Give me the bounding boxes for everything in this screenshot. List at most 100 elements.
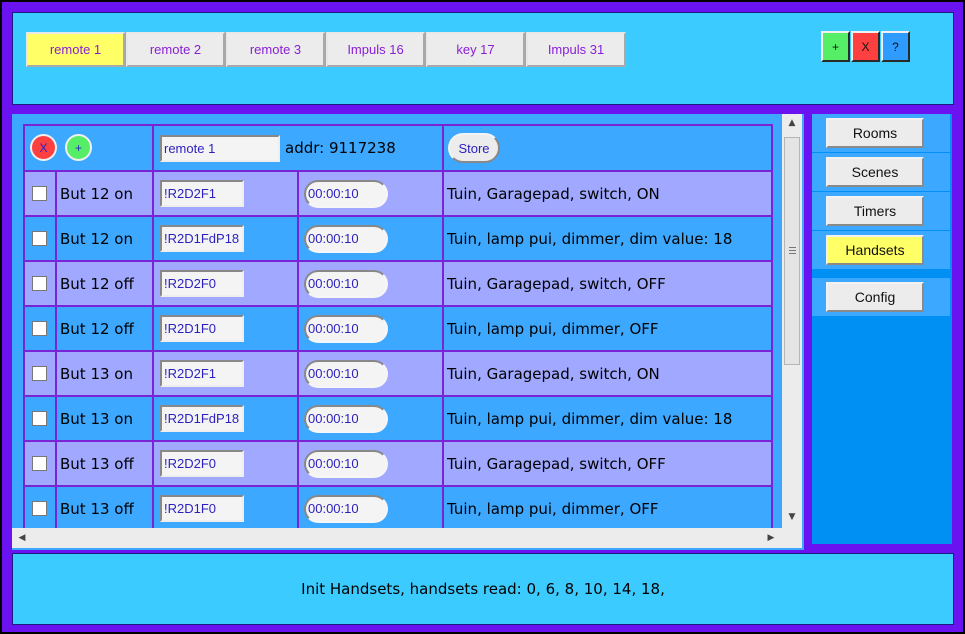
action-description: Tuin, Garagepad, switch, ON: [447, 185, 660, 203]
checkbox-cell: [23, 485, 57, 532]
scroll-up-icon[interactable]: ▲: [782, 114, 802, 132]
header-store-cell: Store: [442, 124, 773, 172]
remove-remote-button[interactable]: X: [30, 134, 57, 161]
command-code-input[interactable]: !R2D1FdP18: [160, 405, 244, 432]
scroll-thumb[interactable]: [784, 137, 800, 365]
description-cell: Tuin, lamp pui, dimmer, dim value: 18: [442, 395, 773, 442]
delay-time-input[interactable]: 00:00:10: [304, 494, 388, 523]
label-cell: But 12 off: [55, 260, 154, 307]
description-cell: Tuin, Garagepad, switch, ON: [442, 350, 773, 397]
description-cell: Tuin, Garagepad, switch, OFF: [442, 260, 773, 307]
label-cell: But 13 on: [55, 395, 154, 442]
scroll-corner: [782, 528, 802, 548]
table-row: But 13 off !R2D1F0 00:00:10 Tuin, lamp pui,…: [23, 485, 773, 532]
row-checkbox[interactable]: [32, 456, 47, 471]
row-checkbox[interactable]: [32, 186, 47, 201]
button-label: But 13 on: [60, 410, 133, 428]
button-label: But 13 off: [60, 455, 134, 473]
time-cell: 00:00:10: [297, 260, 444, 307]
checkbox-cell: [23, 350, 57, 397]
command-code-input[interactable]: !R2D2F0: [160, 450, 244, 477]
button-label: But 12 off: [60, 320, 134, 338]
description-cell: Tuin, Garagepad, switch, OFF: [442, 440, 773, 487]
sidebar-item-config[interactable]: Config: [826, 282, 924, 312]
store-button[interactable]: Store: [448, 133, 500, 163]
button-label: But 12 on: [60, 185, 133, 203]
tab-impuls-16[interactable]: Impuls 16: [326, 32, 425, 67]
table-row: But 12 off !R2D2F0 00:00:10 Tuin, Garagepad…: [23, 260, 773, 307]
address-label: addr: 9117238: [285, 139, 396, 157]
time-cell: 00:00:10: [297, 485, 444, 532]
sidebar-item-handsets[interactable]: Handsets: [826, 235, 924, 265]
label-cell: But 12 on: [55, 215, 154, 262]
row-checkbox[interactable]: [32, 321, 47, 336]
tab-key-17[interactable]: key 17: [426, 32, 525, 67]
code-cell: !R2D2F0: [152, 440, 299, 487]
status-text: Init Handsets, handsets read: 0, 6, 8, 1…: [301, 580, 665, 598]
tab-remote-3[interactable]: remote 3: [226, 32, 325, 67]
action-description: Tuin, lamp pui, dimmer, OFF: [447, 500, 659, 518]
action-description: Tuin, lamp pui, dimmer, dim value: 18: [447, 230, 733, 248]
delay-time-input[interactable]: 00:00:10: [304, 269, 388, 298]
scroll-right-icon[interactable]: ▶: [763, 529, 779, 547]
table-row: But 13 off !R2D2F0 00:00:10 Tuin, Garagepad…: [23, 440, 773, 487]
sidebar: Rooms Scenes Timers Handsets Config: [812, 114, 952, 544]
command-code-input[interactable]: !R2D1F0: [160, 495, 244, 522]
tab-impuls-31[interactable]: Impuls 31: [526, 32, 626, 67]
tab-remote-2[interactable]: remote 2: [126, 32, 225, 67]
row-checkbox[interactable]: [32, 231, 47, 246]
scroll-left-icon[interactable]: ◀: [14, 529, 30, 547]
delay-time-input[interactable]: 00:00:10: [304, 224, 388, 253]
delay-time-input[interactable]: 00:00:10: [304, 404, 388, 433]
sidebar-item-timers[interactable]: Timers: [826, 196, 924, 226]
command-code-input[interactable]: !R2D1F0: [160, 315, 244, 342]
time-cell: 00:00:10: [297, 395, 444, 442]
action-description: Tuin, lamp pui, dimmer, dim value: 18: [447, 410, 733, 428]
add-button[interactable]: +: [821, 31, 850, 62]
delay-time-input[interactable]: 00:00:10: [304, 359, 388, 388]
label-cell: But 13 on: [55, 350, 154, 397]
button-label: But 12 off: [60, 275, 134, 293]
description-cell: Tuin, Garagepad, switch, ON: [442, 170, 773, 217]
description-cell: Tuin, lamp pui, dimmer, dim value: 18: [442, 215, 773, 262]
row-checkbox[interactable]: [32, 501, 47, 516]
button-label: But 13 on: [60, 365, 133, 383]
time-cell: 00:00:10: [297, 215, 444, 262]
action-description: Tuin, Garagepad, switch, ON: [447, 365, 660, 383]
checkbox-cell: [23, 305, 57, 352]
row-checkbox[interactable]: [32, 366, 47, 381]
checkbox-cell: [23, 170, 57, 217]
table-row: But 12 off !R2D1F0 00:00:10 Tuin, lamp pui,…: [23, 305, 773, 352]
code-cell: !R2D1F0: [152, 485, 299, 532]
row-checkbox[interactable]: [32, 411, 47, 426]
remote-name-input[interactable]: remote 1: [160, 134, 280, 162]
sidebar-item-scenes[interactable]: Scenes: [826, 157, 924, 187]
command-code-input[interactable]: !R2D2F0: [160, 270, 244, 297]
label-cell: But 12 off: [55, 305, 154, 352]
tab-remote-1[interactable]: remote 1: [26, 32, 125, 67]
delay-time-input[interactable]: 00:00:10: [304, 314, 388, 343]
add-remote-button[interactable]: +: [65, 134, 92, 161]
button-label: But 12 on: [60, 230, 133, 248]
time-cell: 00:00:10: [297, 440, 444, 487]
delay-time-input[interactable]: 00:00:10: [304, 179, 388, 208]
time-cell: 00:00:10: [297, 305, 444, 352]
command-code-input[interactable]: !R2D2F1: [160, 360, 244, 387]
sidebar-row-config: Config: [812, 278, 950, 316]
horizontal-scrollbar[interactable]: [12, 528, 782, 548]
action-description: Tuin, Garagepad, switch, OFF: [447, 275, 666, 293]
command-code-input[interactable]: !R2D1FdP18: [160, 225, 244, 252]
delay-time-input[interactable]: 00:00:10: [304, 449, 388, 478]
scroll-down-icon[interactable]: ▼: [782, 508, 802, 526]
row-checkbox[interactable]: [32, 276, 47, 291]
sidebar-row-scenes: Scenes: [812, 153, 950, 191]
sidebar-row-timers: Timers: [812, 192, 950, 230]
checkbox-cell: [23, 440, 57, 487]
close-button[interactable]: X: [851, 31, 880, 62]
sidebar-row-handsets: Handsets: [812, 231, 950, 269]
command-code-input[interactable]: !R2D2F1: [160, 180, 244, 207]
help-button[interactable]: ?: [881, 31, 910, 62]
sidebar-item-rooms[interactable]: Rooms: [826, 118, 924, 148]
checkbox-cell: [23, 260, 57, 307]
time-cell: 00:00:10: [297, 170, 444, 217]
